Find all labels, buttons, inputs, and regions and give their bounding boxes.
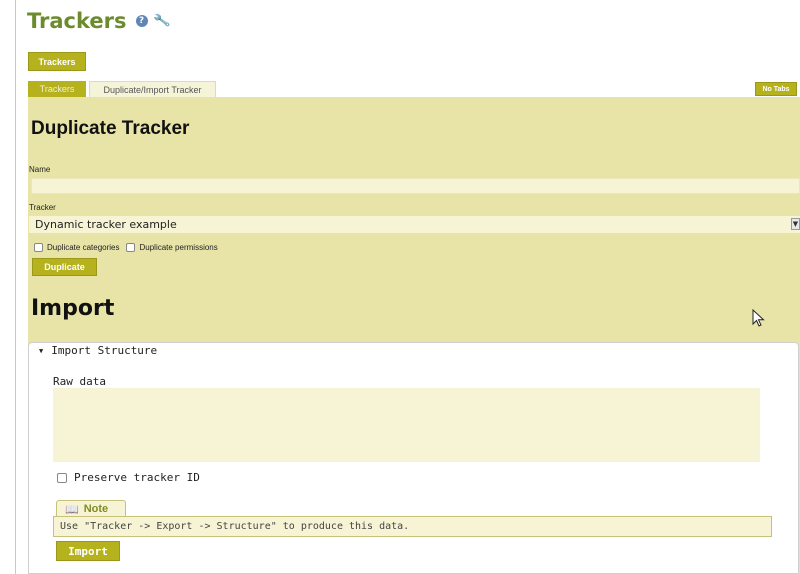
trackers-button[interactable]: Trackers <box>28 52 86 71</box>
duplicate-permissions-checkbox[interactable] <box>126 243 136 252</box>
import-button[interactable]: Import <box>56 541 120 561</box>
tracker-label: Tracker <box>29 203 56 212</box>
duplicate-categories-checkbox[interactable] <box>34 243 43 252</box>
tracker-select[interactable]: Dynamic tracker example ▼ <box>29 216 800 233</box>
triangle-down-icon: ▼ <box>39 346 44 355</box>
raw-data-label: Raw data <box>53 375 106 388</box>
wrench-icon[interactable]: 🔧 <box>152 12 171 30</box>
preserve-tracker-id-option: Preserve tracker ID <box>57 471 200 484</box>
import-structure-toggle[interactable]: ▼ Import Structure <box>39 344 157 357</box>
page-border <box>15 0 16 574</box>
name-input[interactable] <box>31 178 800 194</box>
mouse-cursor-icon <box>752 309 765 327</box>
tab-duplicate-import[interactable]: Duplicate/Import Tracker <box>89 81 216 97</box>
duplicate-options: Duplicate categories Duplicate permissio… <box>34 243 218 252</box>
import-structure-title: Import Structure <box>51 344 158 357</box>
page-title: Trackers ? 🔧 <box>27 6 171 36</box>
help-icon[interactable]: ? <box>135 15 148 27</box>
preserve-tracker-id-label: Preserve tracker ID <box>74 471 200 484</box>
duplicate-heading: Duplicate Tracker <box>31 118 190 139</box>
no-tabs-button[interactable]: No Tabs <box>755 82 797 96</box>
name-label: Name <box>29 165 51 174</box>
chevron-down-icon[interactable]: ▼ <box>791 218 800 230</box>
note-body: Use "Tracker -> Export -> Structure" to … <box>53 516 772 537</box>
raw-data-textarea[interactable] <box>53 388 760 462</box>
note-title: Note <box>83 503 109 515</box>
tab-trackers[interactable]: Trackers <box>28 81 86 97</box>
page-title-text: Trackers <box>27 9 127 33</box>
duplicate-categories-label: Duplicate categories <box>47 243 120 252</box>
duplicate-button[interactable]: Duplicate <box>32 258 97 276</box>
preserve-tracker-id-checkbox[interactable] <box>57 472 67 483</box>
book-icon: 📖 <box>65 503 79 516</box>
import-structure-section: ▼ Import Structure Raw data Preserve tra… <box>28 342 799 574</box>
duplicate-permissions-label: Duplicate permissions <box>139 243 218 252</box>
import-heading: Import <box>31 296 115 321</box>
note-header: 📖 Note <box>56 500 126 517</box>
tracker-select-value: Dynamic tracker example <box>35 218 177 231</box>
